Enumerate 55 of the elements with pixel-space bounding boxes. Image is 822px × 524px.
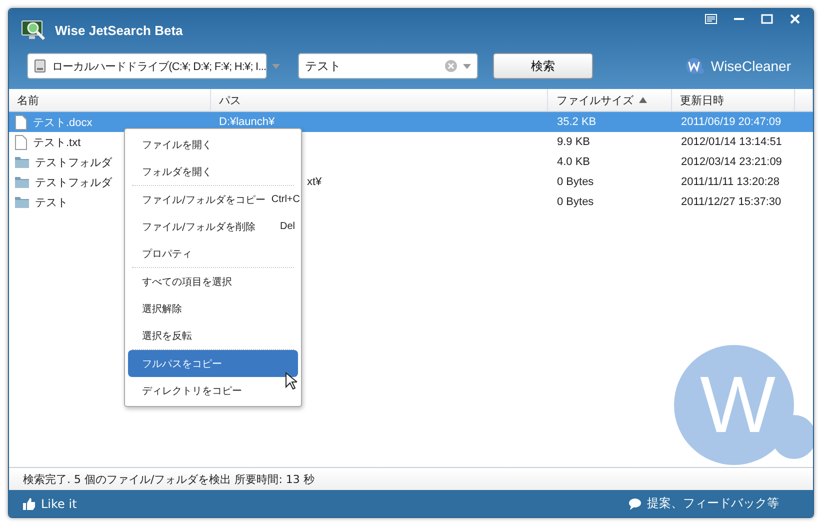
column-header[interactable]: 更新日時	[672, 89, 795, 111]
search-field[interactable]: テスト	[298, 53, 478, 79]
w-logo-icon	[684, 57, 705, 75]
file-name: テストフォルダ	[35, 156, 112, 170]
menu-item[interactable]: プロパティ	[128, 240, 298, 267]
modified-date: 2011/11/11 13:20:28	[681, 176, 780, 188]
caret-icon	[463, 64, 471, 68]
file-name: テストフォルダ	[35, 176, 112, 190]
status-text: 検索完了. 5 個のファイル/フォルダを検出 所要時間: 13 秒	[9, 468, 813, 490]
clear-icon	[445, 60, 457, 72]
document-icon	[15, 114, 27, 130]
menu-item[interactable]: ファイル/フォルダを削除 Del	[128, 213, 298, 240]
folder-icon	[15, 156, 29, 168]
file-size: 0 Bytes	[557, 196, 594, 208]
column-header[interactable]: パス	[210, 89, 548, 111]
brand-name: WiseCleaner	[710, 58, 791, 74]
document-icon	[15, 134, 27, 150]
thumbs-up-icon	[23, 498, 35, 510]
file-path: xt¥	[307, 176, 322, 188]
menu-item[interactable]: フルパスをコピー	[128, 350, 298, 377]
drive-icon	[34, 59, 46, 73]
like-link[interactable]: Like it	[23, 496, 77, 510]
file-size: 9.9 KB	[557, 136, 590, 148]
menu-item[interactable]: ディレクトリをコピー	[128, 377, 298, 404]
file-size: 0 Bytes	[557, 176, 594, 188]
file-name: テスト.docx	[33, 116, 92, 130]
search-button[interactable]: 検索	[493, 53, 593, 79]
modified-date: 2012/03/14 23:21:09	[681, 156, 782, 168]
menu-item[interactable]: 選択解除	[128, 295, 298, 322]
maximize-icon	[761, 14, 773, 24]
column-header[interactable]: 名前	[9, 89, 211, 111]
caret-icon	[272, 64, 280, 68]
file-name: テスト	[35, 196, 68, 210]
menu-item[interactable]: すべての項目を選択	[128, 268, 298, 295]
folder-icon	[15, 196, 29, 208]
speech-bubble-icon	[629, 498, 641, 510]
menu-item[interactable]: ファイル/フォルダをコピー Ctrl+C	[128, 186, 298, 213]
modified-date: 2011/12/27 15:37:30	[681, 196, 782, 208]
menu-icon	[705, 14, 717, 24]
file-size: 4.0 KB	[557, 156, 590, 168]
modified-date: 2012/01/14 13:14:51	[681, 136, 782, 148]
file-path: D:¥launch¥	[219, 116, 275, 128]
magnifier-monitor-icon	[21, 19, 47, 41]
file-size: 35.2 KB	[557, 116, 596, 128]
folder-icon	[15, 176, 29, 188]
close-icon	[789, 14, 801, 24]
mouse-pointer-icon	[285, 372, 297, 390]
feedback-link[interactable]: 提案、フィードバック等	[629, 495, 779, 512]
modified-date: 2011/06/19 20:47:09	[681, 116, 782, 128]
column-header[interactable]: ファイルサイズ	[548, 89, 672, 111]
window-title: Wise JetSearch Beta	[55, 22, 183, 38]
file-name: テスト.txt	[33, 136, 81, 150]
menu-item[interactable]: フォルダを開く	[128, 158, 298, 185]
menu-item[interactable]: 選択を反転	[128, 322, 298, 349]
menu-item[interactable]: ファイルを開く	[128, 131, 298, 158]
